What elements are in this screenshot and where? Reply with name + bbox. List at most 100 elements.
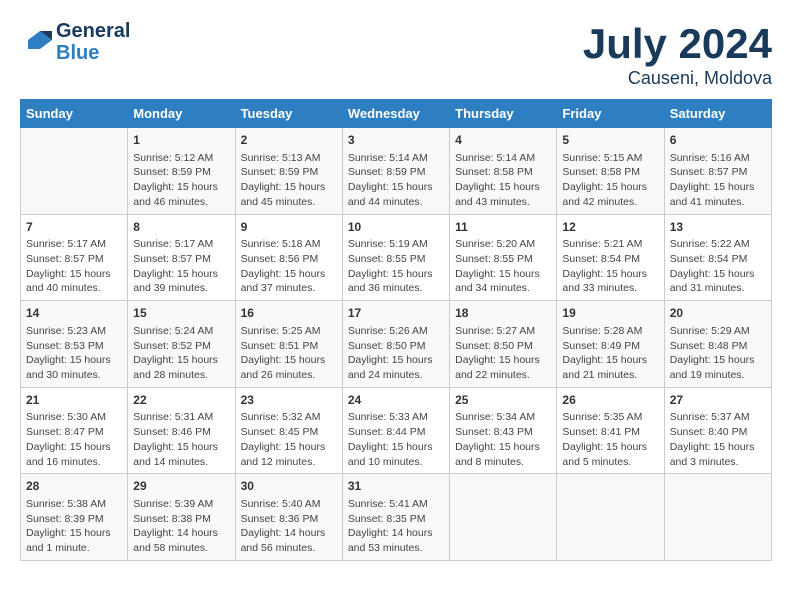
day-of-week-header: Sunday [21, 100, 128, 128]
logo: General Blue [20, 20, 130, 64]
day-info: Sunrise: 5:29 AM Sunset: 8:48 PM Dayligh… [670, 324, 766, 383]
calendar-subtitle: Causeni, Moldova [583, 68, 772, 89]
day-number: 5 [562, 132, 658, 149]
day-of-week-header: Friday [557, 100, 664, 128]
day-number: 3 [348, 132, 444, 149]
calendar-cell: 1 Sunrise: 5:12 AM Sunset: 8:59 PM Daylig… [128, 128, 235, 215]
day-number: 24 [348, 392, 444, 409]
calendar-cell: 6 Sunrise: 5:16 AM Sunset: 8:57 PM Daylig… [664, 128, 771, 215]
day-info: Sunrise: 5:25 AM Sunset: 8:51 PM Dayligh… [241, 324, 337, 383]
day-number: 26 [562, 392, 658, 409]
day-info: Sunrise: 5:18 AM Sunset: 8:56 PM Dayligh… [241, 237, 337, 296]
day-info: Sunrise: 5:20 AM Sunset: 8:55 PM Dayligh… [455, 237, 551, 296]
calendar-cell: 9Sunrise: 5:18 AM Sunset: 8:56 PM Daylig… [235, 214, 342, 301]
day-info: Sunrise: 5:37 AM Sunset: 8:40 PM Dayligh… [670, 410, 766, 469]
calendar-header-row: SundayMondayTuesdayWednesdayThursdayFrid… [21, 100, 772, 128]
day-info: Sunrise: 5:13 AM Sunset: 8:59 PM Dayligh… [241, 151, 337, 210]
day-number: 15 [133, 305, 229, 322]
day-info: Sunrise: 5:12 AM Sunset: 8:59 PM Dayligh… [133, 151, 229, 210]
day-info: Sunrise: 5:40 AM Sunset: 8:36 PM Dayligh… [241, 497, 337, 556]
day-info: Sunrise: 5:21 AM Sunset: 8:54 PM Dayligh… [562, 237, 658, 296]
day-number: 12 [562, 219, 658, 236]
day-info: Sunrise: 5:33 AM Sunset: 8:44 PM Dayligh… [348, 410, 444, 469]
day-info: Sunrise: 5:28 AM Sunset: 8:49 PM Dayligh… [562, 324, 658, 383]
day-number: 1 [133, 132, 229, 149]
day-number: 7 [26, 219, 122, 236]
day-of-week-header: Thursday [450, 100, 557, 128]
day-of-week-header: Saturday [664, 100, 771, 128]
calendar-cell: 21Sunrise: 5:30 AM Sunset: 8:47 PM Dayli… [21, 387, 128, 474]
day-number: 14 [26, 305, 122, 322]
calendar-cell: 2Sunrise: 5:13 AM Sunset: 8:59 PM Daylig… [235, 128, 342, 215]
calendar-week-row: 7Sunrise: 5:17 AM Sunset: 8:57 PM Daylig… [21, 214, 772, 301]
title-block: July 2024 Causeni, Moldova [583, 20, 772, 89]
calendar-cell: 18Sunrise: 5:27 AM Sunset: 8:50 PM Dayli… [450, 301, 557, 388]
day-info: Sunrise: 5:35 AM Sunset: 8:41 PM Dayligh… [562, 410, 658, 469]
day-number: 4 [455, 132, 551, 149]
day-info: Sunrise: 5:14 AM Sunset: 8:58 PM Dayligh… [455, 151, 551, 210]
day-info: Sunrise: 5:16 AM Sunset: 8:57 PM Dayligh… [670, 151, 766, 210]
calendar-cell [450, 474, 557, 561]
day-number: 23 [241, 392, 337, 409]
day-of-week-header: Wednesday [342, 100, 449, 128]
day-number: 19 [562, 305, 658, 322]
calendar-cell: 12Sunrise: 5:21 AM Sunset: 8:54 PM Dayli… [557, 214, 664, 301]
calendar-cell: 22Sunrise: 5:31 AM Sunset: 8:46 PM Dayli… [128, 387, 235, 474]
day-info: Sunrise: 5:38 AM Sunset: 8:39 PM Dayligh… [26, 497, 122, 556]
calendar-week-row: 28 Sunrise: 5:38 AM Sunset: 8:39 PM Dayli… [21, 474, 772, 561]
calendar-cell: 14 Sunrise: 5:23 AM Sunset: 8:53 PM Dayli… [21, 301, 128, 388]
day-number: 10 [348, 219, 444, 236]
calendar-title: July 2024 [583, 20, 772, 68]
day-number: 13 [670, 219, 766, 236]
day-info: Sunrise: 5:17 AM Sunset: 8:57 PM Dayligh… [133, 237, 229, 296]
calendar-cell: 7Sunrise: 5:17 AM Sunset: 8:57 PM Daylig… [21, 214, 128, 301]
day-number: 29 [133, 478, 229, 495]
calendar-cell: 4 Sunrise: 5:14 AM Sunset: 8:58 PM Daylig… [450, 128, 557, 215]
day-number: 18 [455, 305, 551, 322]
day-number: 25 [455, 392, 551, 409]
calendar-cell: 26Sunrise: 5:35 AM Sunset: 8:41 PM Dayli… [557, 387, 664, 474]
calendar-cell: 27Sunrise: 5:37 AM Sunset: 8:40 PM Dayli… [664, 387, 771, 474]
calendar-cell: 16Sunrise: 5:25 AM Sunset: 8:51 PM Dayli… [235, 301, 342, 388]
calendar-week-row: 21Sunrise: 5:30 AM Sunset: 8:47 PM Dayli… [21, 387, 772, 474]
calendar-cell: 25Sunrise: 5:34 AM Sunset: 8:43 PM Dayli… [450, 387, 557, 474]
calendar-cell: 24Sunrise: 5:33 AM Sunset: 8:44 PM Dayli… [342, 387, 449, 474]
calendar-cell: 31Sunrise: 5:41 AM Sunset: 8:35 PM Dayli… [342, 474, 449, 561]
calendar-cell [21, 128, 128, 215]
day-info: Sunrise: 5:32 AM Sunset: 8:45 PM Dayligh… [241, 410, 337, 469]
day-number: 9 [241, 219, 337, 236]
calendar-table: SundayMondayTuesdayWednesdayThursdayFrid… [20, 99, 772, 561]
calendar-cell: 11Sunrise: 5:20 AM Sunset: 8:55 PM Dayli… [450, 214, 557, 301]
calendar-cell [664, 474, 771, 561]
calendar-cell: 15 Sunrise: 5:24 AM Sunset: 8:52 PM Dayli… [128, 301, 235, 388]
day-info: Sunrise: 5:17 AM Sunset: 8:57 PM Dayligh… [26, 237, 122, 296]
day-info: Sunrise: 5:26 AM Sunset: 8:50 PM Dayligh… [348, 324, 444, 383]
day-number: 27 [670, 392, 766, 409]
page-header: General Blue July 2024 Causeni, Moldova [20, 20, 772, 89]
calendar-cell: 28 Sunrise: 5:38 AM Sunset: 8:39 PM Dayli… [21, 474, 128, 561]
calendar-cell: 5 Sunrise: 5:15 AM Sunset: 8:58 PM Daylig… [557, 128, 664, 215]
day-info: Sunrise: 5:41 AM Sunset: 8:35 PM Dayligh… [348, 497, 444, 556]
day-info: Sunrise: 5:14 AM Sunset: 8:59 PM Dayligh… [348, 151, 444, 210]
calendar-cell: 3 Sunrise: 5:14 AM Sunset: 8:59 PM Daylig… [342, 128, 449, 215]
day-of-week-header: Tuesday [235, 100, 342, 128]
day-info: Sunrise: 5:15 AM Sunset: 8:58 PM Dayligh… [562, 151, 658, 210]
day-number: 30 [241, 478, 337, 495]
day-number: 20 [670, 305, 766, 322]
day-number: 28 [26, 478, 122, 495]
day-info: Sunrise: 5:19 AM Sunset: 8:55 PM Dayligh… [348, 237, 444, 296]
logo-text-general: General [56, 20, 130, 42]
day-number: 22 [133, 392, 229, 409]
day-number: 17 [348, 305, 444, 322]
day-info: Sunrise: 5:39 AM Sunset: 8:38 PM Dayligh… [133, 497, 229, 556]
day-number: 8 [133, 219, 229, 236]
day-info: Sunrise: 5:23 AM Sunset: 8:53 PM Dayligh… [26, 324, 122, 383]
day-info: Sunrise: 5:34 AM Sunset: 8:43 PM Dayligh… [455, 410, 551, 469]
day-number: 6 [670, 132, 766, 149]
calendar-cell: 8Sunrise: 5:17 AM Sunset: 8:57 PM Daylig… [128, 214, 235, 301]
calendar-week-row: 14 Sunrise: 5:23 AM Sunset: 8:53 PM Dayli… [21, 301, 772, 388]
day-number: 21 [26, 392, 122, 409]
day-info: Sunrise: 5:24 AM Sunset: 8:52 PM Dayligh… [133, 324, 229, 383]
logo-text-blue: Blue [56, 42, 130, 64]
day-of-week-header: Monday [128, 100, 235, 128]
